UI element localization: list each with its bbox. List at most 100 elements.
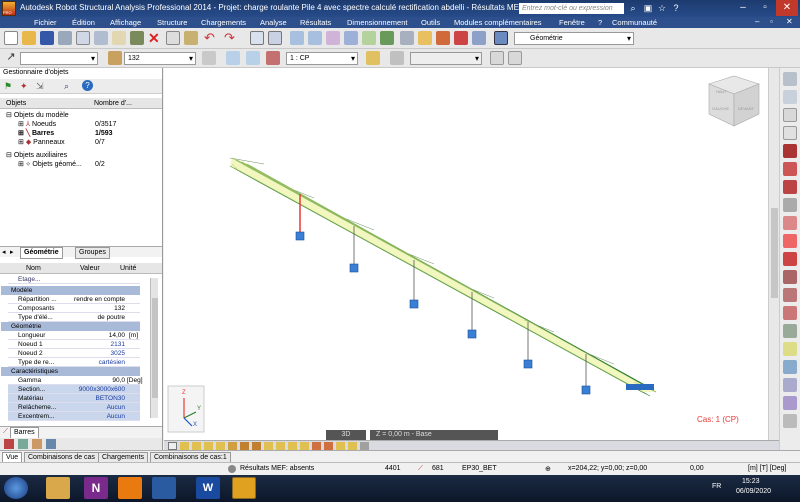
print-icon[interactable] [58, 31, 72, 45]
redo-icon[interactable]: ↷ [224, 30, 235, 46]
level-button[interactable]: Z = 0,00 m - Base [370, 430, 498, 440]
pan-icon[interactable] [344, 31, 358, 45]
menu-outils[interactable]: Outils [421, 17, 440, 28]
analysis-icon[interactable] [454, 31, 468, 45]
selection-number-select[interactable]: 132 [124, 52, 196, 65]
node-tool-icon[interactable] [783, 144, 797, 158]
load-case-select[interactable]: 1 : CP [286, 52, 358, 65]
menu-resultats[interactable]: Résultats [300, 17, 331, 28]
tree-item-panneaux[interactable]: ⊞ ◆ Panneaux [18, 138, 65, 147]
prop-row[interactable]: Matériau BETON30 [8, 394, 140, 403]
move-object-icon[interactable]: ⇲ [36, 81, 44, 92]
menu-chargements[interactable]: Chargements [201, 17, 246, 28]
menu-communaute[interactable]: Communauté [612, 17, 657, 28]
doc-close-icon[interactable]: ✕ [786, 17, 793, 26]
view-tool-6-icon[interactable] [228, 442, 237, 450]
maximize-button[interactable]: ▫ [754, 0, 776, 16]
tab-scroll-left-icon[interactable]: ◂ [2, 248, 6, 256]
tool-icon[interactable] [130, 31, 144, 45]
bar-selection-icon[interactable] [108, 51, 122, 65]
view-tool-1-icon[interactable] [168, 442, 177, 450]
doc-minimize-icon[interactable]: – [755, 17, 759, 26]
display-object-icon[interactable]: ✦ [20, 81, 28, 92]
sections-view-icon[interactable] [18, 439, 28, 449]
prop-row[interactable]: Type d'élé... de poutre [8, 313, 140, 322]
rigid-link-icon[interactable] [783, 288, 797, 302]
loads-icon[interactable] [436, 31, 450, 45]
structure-viewport[interactable]: HAUT GAUCHE DEVANT Z Y X Cas: 1 (CP) 3D … [164, 68, 768, 440]
tab-scroll-right-icon[interactable]: ▸ [10, 248, 14, 256]
prop-section-header[interactable]: Caractéristiques [1, 367, 140, 376]
capture-icon[interactable] [94, 31, 108, 45]
view-tool-4-icon[interactable] [204, 442, 213, 450]
view-tool-11-icon[interactable] [288, 442, 297, 450]
solid-icon[interactable] [783, 342, 797, 356]
view-plane-icon[interactable] [226, 51, 240, 65]
wave-icon[interactable] [508, 51, 522, 65]
onenote-app-icon[interactable]: N [84, 477, 108, 499]
prop-row[interactable]: Type de re... cartésien [8, 358, 140, 367]
help-icon[interactable]: ? [670, 2, 682, 14]
mesh-icon[interactable] [783, 324, 797, 338]
prop-section-header[interactable]: Modèle [1, 286, 140, 295]
mode-select[interactable] [410, 52, 482, 65]
prop-section-header[interactable]: Géométrie [1, 322, 140, 331]
tree-model-objects[interactable]: ⊟ Objets du modèle [6, 111, 69, 120]
tree-item-noeuds[interactable]: ⊞ ⅄ Noeuds [18, 120, 56, 129]
minimize-button[interactable]: – [732, 0, 754, 16]
vlc-app-icon[interactable] [118, 477, 142, 499]
tab-groupes[interactable]: Groupes [75, 247, 110, 259]
menu-affichage[interactable]: Affichage [110, 17, 141, 28]
zoom-all-icon[interactable] [326, 31, 340, 45]
view-tool-2-icon[interactable] [180, 442, 189, 450]
view-tool-7-icon[interactable] [240, 442, 249, 450]
view-cube[interactable] [708, 75, 760, 127]
layout-select[interactable]: Géométrie [514, 32, 634, 45]
menu-structure[interactable]: Structure [157, 17, 187, 28]
prop-row[interactable]: Gamma 90,0 [Deg] [8, 376, 143, 385]
menu-edition[interactable]: Édition [72, 17, 95, 28]
support-tool-icon[interactable] [783, 162, 797, 176]
tree-item-barres[interactable]: ⊞ ╲ Barres [18, 129, 54, 138]
view-tool-16-icon[interactable] [348, 442, 357, 450]
prop-row[interactable]: Relâcheme... Aucun [8, 403, 140, 412]
view-tool-13-icon[interactable] [312, 442, 321, 450]
cart-icon[interactable]: ▣ [642, 2, 654, 14]
bars-icon[interactable] [418, 31, 432, 45]
close-button[interactable]: ✕ [776, 0, 798, 16]
load-tool-icon[interactable] [783, 234, 797, 248]
prop-row[interactable]: Répartition ... rendre en compte [8, 295, 140, 304]
prop-row[interactable]: Longueur 14,00 [m] [8, 331, 140, 340]
language-indicator[interactable]: FR [712, 483, 721, 490]
robot-app-icon[interactable] [232, 477, 256, 499]
prop-row[interactable]: Section... 9000x3000x600 [8, 385, 140, 394]
rotate-icon[interactable] [362, 31, 376, 45]
cable-tool-icon[interactable] [783, 270, 797, 284]
help-object-icon[interactable]: ? [82, 80, 93, 91]
star-icon[interactable]: ☆ [656, 2, 668, 14]
start-button[interactable] [4, 477, 28, 499]
properties-scrollbar[interactable] [150, 278, 158, 418]
viewport-scrollbar-thumb[interactable] [771, 208, 778, 298]
view-tool-14-icon[interactable] [324, 442, 333, 450]
new-file-icon[interactable] [4, 31, 18, 45]
map-icon[interactable] [783, 396, 797, 410]
menu-modules[interactable]: Modules complémentaires [454, 17, 542, 28]
browser-app-icon[interactable] [152, 477, 176, 499]
filter-icon[interactable] [202, 51, 216, 65]
undo-icon[interactable]: ↶ [204, 30, 215, 46]
section-icon[interactable] [783, 126, 797, 140]
report-icon[interactable] [112, 31, 126, 45]
view-mode-button[interactable]: 3D [326, 430, 366, 440]
bar-definition-icon[interactable] [783, 108, 797, 122]
load-case-icon[interactable] [266, 51, 280, 65]
prop-row[interactable]: Noeud 1 2131 [8, 340, 140, 349]
explorer-app-icon[interactable] [46, 477, 70, 499]
view-tool-9-icon[interactable] [264, 442, 273, 450]
zoom-in-icon[interactable] [290, 31, 304, 45]
signal-icon[interactable] [490, 51, 504, 65]
results-icon[interactable] [472, 31, 486, 45]
viewport-scrollbar[interactable] [768, 68, 779, 440]
tree-item-geometric[interactable]: ⊞ ⟡ Objets géomé... [18, 160, 82, 169]
structure-type-icon[interactable] [783, 72, 797, 86]
